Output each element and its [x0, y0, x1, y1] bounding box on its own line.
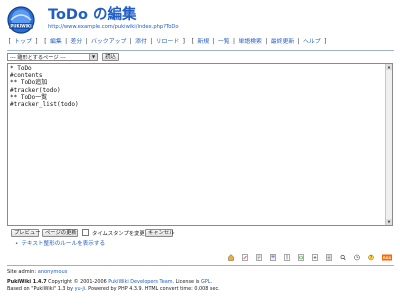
search-icon[interactable]: [340, 254, 346, 261]
logo-text: PUKIWIKI: [10, 24, 32, 29]
menu-edit-link[interactable]: 編集: [50, 39, 62, 45]
menu-recent-link[interactable]: 最終更新: [271, 39, 295, 45]
bullet-icon: •: [15, 241, 19, 247]
attach-icon[interactable]: [284, 254, 290, 261]
copyright-text: Copyright © 2001-2006: [46, 279, 109, 285]
recent-icon[interactable]: [354, 254, 360, 261]
page-source-textarea[interactable]: * ToDo #contents ** ToDo追加 #tracker(todo…: [7, 63, 393, 226]
footer-line-2: Based on "PukiWiki" 1.3 by yu-ji. Powere…: [7, 286, 220, 293]
preview-button[interactable]: プレビュー: [11, 229, 41, 237]
menu-list-link[interactable]: 一覧: [218, 39, 230, 45]
pukiwiki-logo[interactable]: PUKIWIKI: [6, 5, 36, 35]
template-select-value: --- 雛形とするページ ---: [10, 55, 66, 61]
scroll-down-icon[interactable]: ▼: [386, 219, 392, 225]
menu-reload-link[interactable]: リロード: [156, 39, 180, 45]
backup-icon[interactable]: [270, 254, 276, 261]
footer-credits: PukiWiki 1.4.7 Copyright © 2001-2006 Puk…: [7, 279, 220, 293]
load-template-button[interactable]: 読込: [102, 53, 119, 61]
site-admin-label: Site admin:: [7, 269, 38, 275]
formatting-rules-link[interactable]: テキスト整形のルールを表示する: [21, 241, 105, 247]
menu-search-link[interactable]: 単語検索: [238, 39, 262, 45]
license-text: . License is: [172, 279, 202, 285]
list-icon[interactable]: [326, 254, 332, 261]
menu-attach-link[interactable]: 添付: [135, 39, 147, 45]
header-divider: [7, 50, 394, 51]
menu-help-link[interactable]: ヘルプ: [303, 39, 321, 45]
footer-line-1: PukiWiki 1.4.7 Copyright © 2001-2006 Puk…: [7, 279, 213, 285]
based-on-text: Based on "PukiWiki" 1.3 by: [7, 286, 75, 293]
menu-new-link[interactable]: 新規: [197, 39, 209, 45]
page-title: ToDo の編集: [48, 6, 137, 24]
site-admin-line: Site admin: anonymous: [7, 269, 67, 275]
menu-backup-link[interactable]: バックアップ: [91, 39, 126, 45]
page-source-text[interactable]: * ToDo #contents ** ToDo追加 #tracker(todo…: [8, 64, 392, 109]
home-icon[interactable]: [228, 254, 234, 261]
rss-icon[interactable]: RSS: [382, 254, 392, 261]
notimestamp-checkbox[interactable]: [82, 229, 89, 236]
edit-icon[interactable]: [242, 254, 248, 261]
page-title-suffix: の編集: [87, 7, 137, 23]
reload-icon[interactable]: [298, 254, 304, 261]
navigation-menu: [ トップ ] [ 編集 | 差分 | バックアップ | 添付 | リロード ]…: [8, 39, 327, 45]
formatting-rules-item: • テキスト整形のルールを表示する: [15, 239, 105, 247]
chevron-down-icon[interactable]: ▼: [89, 54, 97, 60]
gpl-link[interactable]: GPL: [201, 279, 210, 285]
page-toolbar: ? RSS: [228, 254, 393, 262]
author-link[interactable]: yu-ji: [75, 286, 85, 292]
template-page-select[interactable]: --- 雛形とするページ --- ▼: [7, 53, 98, 61]
diff-icon[interactable]: [256, 254, 262, 261]
product-version: PukiWiki 1.4.7: [7, 279, 47, 285]
cancel-button[interactable]: キャンセル: [145, 229, 175, 237]
powered-by-text: . Powered by PHP 4.3.9. HTML convert tim…: [85, 286, 220, 293]
editor-scrollbar[interactable]: ▲ ▼: [385, 64, 392, 225]
page-title-name: ToDo: [48, 7, 88, 23]
page-url-link[interactable]: http://www.example.com/pukiwiki/index.ph…: [48, 24, 179, 30]
site-admin-link[interactable]: anonymous: [38, 269, 68, 275]
logo-icon: PUKIWIKI: [7, 6, 35, 34]
developers-team-link[interactable]: PukiWiki Developers Team: [108, 279, 172, 285]
scroll-up-icon[interactable]: ▲: [386, 64, 392, 70]
update-page-button[interactable]: ページの更新: [42, 229, 78, 237]
footer-divider: [7, 265, 394, 266]
new-icon[interactable]: [312, 254, 318, 261]
menu-top-link[interactable]: トップ: [14, 39, 32, 45]
svg-text:?: ?: [370, 255, 372, 260]
help-icon[interactable]: ?: [368, 254, 374, 261]
svg-text:RSS: RSS: [383, 255, 391, 260]
menu-diff-link[interactable]: 差分: [71, 39, 83, 45]
